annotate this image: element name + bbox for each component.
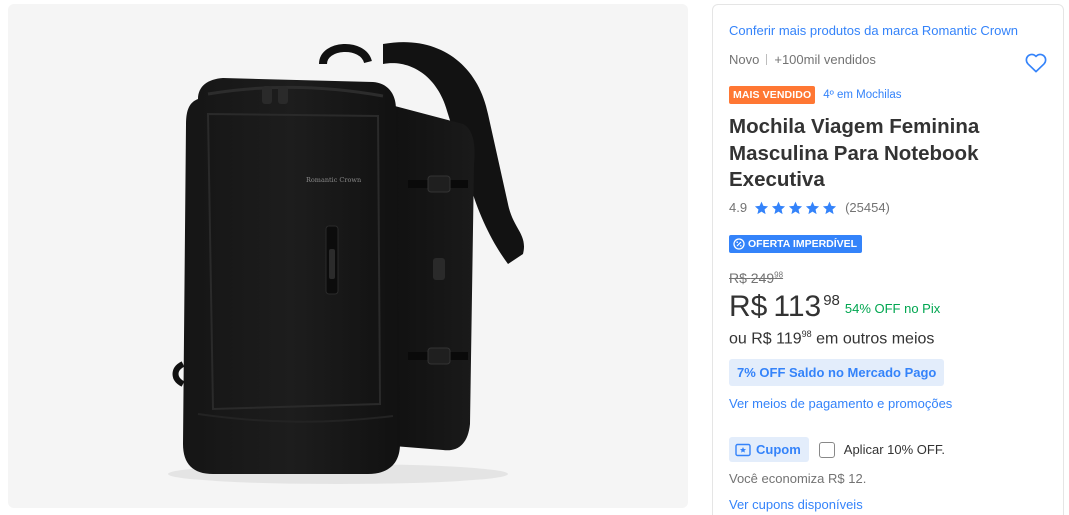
deal-badge-label: OFERTA IMPERDÍVEL [748,238,858,250]
other-payment-price: ou R$ 11998 em outros meios [729,329,934,348]
rating-count: (25454) [845,200,890,215]
current-price: R$ 113 98 54% OFF no Pix [729,287,940,327]
svg-text:Romantic Crown: Romantic Crown [306,176,361,184]
product-title: Mochila Viagem Feminina Masculina Para N… [729,115,980,191]
apply-coupon-label[interactable]: Aplicar 10% OFF. [844,442,945,457]
price-value: 113 [773,290,822,323]
separator [766,54,768,65]
backpack-image: Romantic Crown [168,42,525,484]
rating-score: 4.9 [729,200,748,215]
installments-prefix: ou R$ [729,330,772,348]
best-seller-badge: MAIS VENDIDO [729,86,816,104]
old-price-cents: 98 [774,270,784,280]
star-icon [806,201,820,214]
rating-row[interactable]: 4.9 (25454) [729,200,890,215]
price-cents: 98 [823,292,840,309]
deal-badge: OFERTA IMPERDÍVEL [729,235,863,253]
sold-count: +100mil vendidos [774,52,876,67]
savings-text: Você economiza R$ 12. [729,471,867,486]
installments-suffix: em outros meios [816,330,935,348]
old-price-value: 249 [750,270,775,286]
coupon-ticket-icon [735,443,751,456]
star-icon [755,201,769,214]
installments-cents: 98 [801,329,812,339]
rating-stars [754,201,837,215]
category-rank-link[interactable]: 4º em Mochilas [823,89,901,101]
old-price-currency: R$ [729,270,747,286]
coupon-tag: Cupom [729,437,809,462]
installments-value: 119 [776,330,802,348]
product-image-panel[interactable]: Romantic Crown [8,4,688,508]
favorite-button[interactable] [1023,50,1049,76]
coupon-tag-label: Cupom [756,442,801,457]
old-price: R$ 24998 [729,270,783,286]
star-icon [772,201,786,214]
coupon-row: Cupom Aplicar 10% OFF. [729,437,945,462]
badges-row: MAIS VENDIDO 4º em Mochilas [729,86,902,104]
condition-sold-line: Novo +100mil vendidos [729,52,876,67]
pix-discount: 54% OFF no Pix [844,301,941,316]
brand-products-link[interactable]: Conferir mais produtos da marca Romantic… [729,23,1018,38]
mercado-pago-saldo-tag: 7% OFF Saldo no Mercado Pago [729,359,945,386]
heart-outline-icon [1025,53,1047,73]
deal-seal-icon [733,238,745,250]
payment-methods-link[interactable]: Ver meios de pagamento e promoções [729,396,952,411]
apply-coupon-checkbox[interactable] [818,441,835,458]
star-icon [789,201,803,214]
product-info-card: Conferir mais produtos da marca Romantic… [712,4,1064,515]
condition-label: Novo [729,52,760,67]
star-icon [823,201,837,214]
price-currency: R$ [729,290,768,323]
available-coupons-link[interactable]: Ver cupons disponíveis [729,497,863,512]
